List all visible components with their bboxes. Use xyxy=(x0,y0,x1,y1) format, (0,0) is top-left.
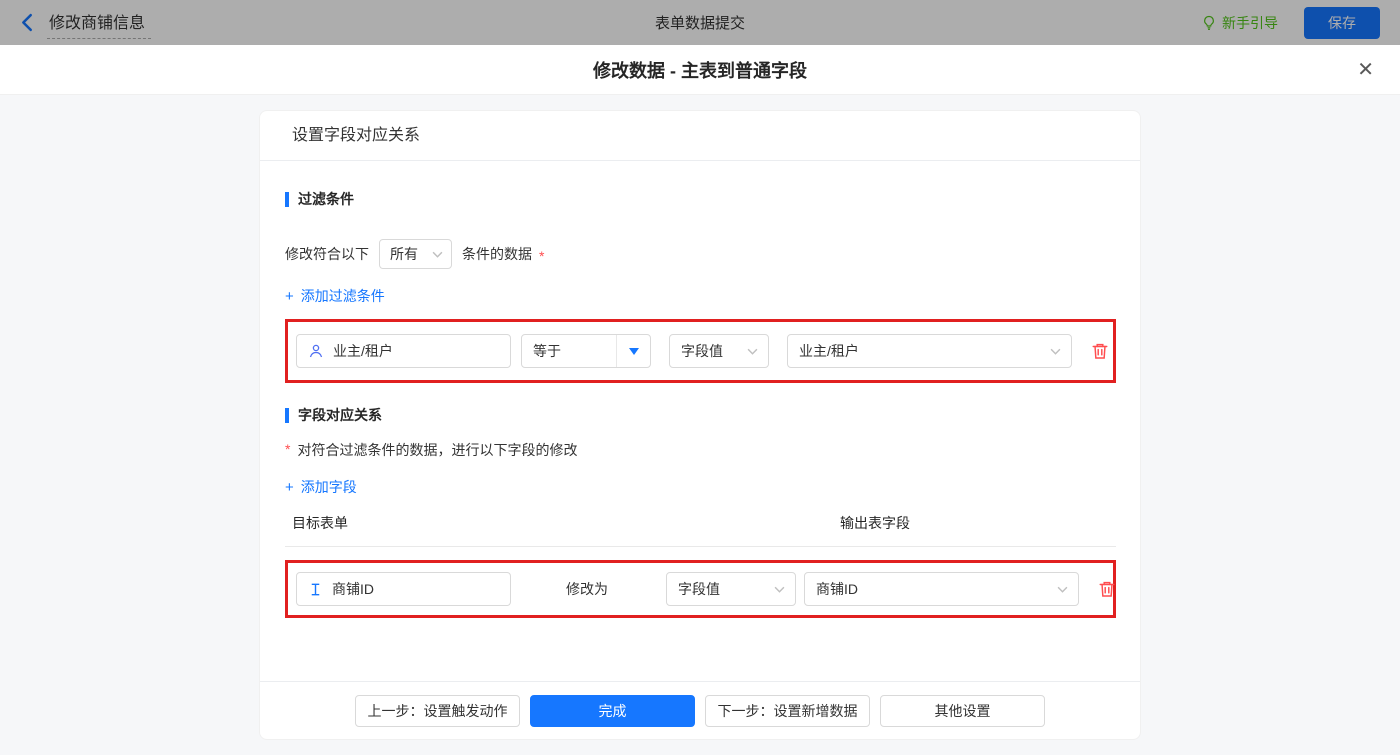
add-field-link[interactable]: + 添加字段 xyxy=(285,477,357,497)
delete-mapping-button[interactable] xyxy=(1098,580,1116,598)
condition-value: 业主/租户 xyxy=(799,343,859,359)
triangle-down-icon xyxy=(628,347,639,355)
chevron-down-icon xyxy=(432,251,443,258)
app-header: 修改商铺信息 表单数据提交 新手引导 保存 xyxy=(0,0,1400,45)
close-icon[interactable]: ✕ xyxy=(1357,60,1374,80)
section-marker xyxy=(285,191,289,207)
required-asterisk: * xyxy=(539,248,545,264)
other-settings-button[interactable]: 其他设置 xyxy=(880,694,1045,727)
match-mode-value: 所有 xyxy=(390,246,418,262)
mapping-value-type-select[interactable]: 字段值 xyxy=(666,572,796,606)
mapping-description: 对符合过滤条件的数据，进行以下字段的修改 xyxy=(297,442,578,458)
mapping-field-input[interactable]: 商铺ID xyxy=(296,572,511,606)
modify-to-label: 修改为 xyxy=(566,581,608,597)
next-step-button[interactable]: 下一步：设置新增数据 xyxy=(705,694,870,727)
required-asterisk: * xyxy=(285,441,291,457)
card-footer: 上一步：设置触发动作 完成 下一步：设置新增数据 其他设置 xyxy=(260,681,1140,739)
add-field-label: 添加字段 xyxy=(300,479,357,495)
flow-name-label[interactable]: 修改商铺信息 xyxy=(47,7,152,39)
done-button[interactable]: 完成 xyxy=(530,694,695,727)
settings-card: 设置字段对应关系 过滤条件 修改符合以下 所有 条件的数据 * + 添加过滤条件… xyxy=(259,110,1141,740)
target-form-column-header: 目标表单 xyxy=(292,515,348,531)
save-button[interactable]: 保存 xyxy=(1304,6,1380,39)
mapping-value-type: 字段值 xyxy=(678,581,720,597)
filter-condition-row: 业主/租户 等于 字段值 业主/租户 xyxy=(285,319,1116,383)
condition-field-value: 业主/租户 xyxy=(333,343,393,359)
condition-value-select[interactable]: 业主/租户 xyxy=(787,334,1072,368)
mapping-column-headers: 目标表单 输出表字段 xyxy=(285,513,1116,547)
condition-field-input[interactable]: 业主/租户 xyxy=(296,334,511,368)
trash-icon xyxy=(1092,343,1108,359)
beginner-guide-label: 新手引导 xyxy=(1222,14,1278,31)
modal-titlebar: 修改数据 - 主表到普通字段 ✕ xyxy=(0,45,1400,95)
output-field-column-header: 输出表字段 xyxy=(840,515,910,531)
filter-section-label: 过滤条件 xyxy=(298,191,354,207)
delete-condition-button[interactable] xyxy=(1091,342,1109,360)
condition-operator-value: 等于 xyxy=(533,343,561,359)
chevron-down-icon xyxy=(774,586,785,593)
condition-operator-select[interactable]: 等于 xyxy=(521,334,651,368)
condition-value-type-select[interactable]: 字段值 xyxy=(669,334,769,368)
condition-value-type: 字段值 xyxy=(681,343,723,359)
prev-step-button[interactable]: 上一步：设置触发动作 xyxy=(355,694,520,727)
text-field-icon xyxy=(308,582,323,597)
page-title: 表单数据提交 xyxy=(654,15,746,32)
chevron-down-icon xyxy=(747,348,758,355)
chevron-down-icon xyxy=(1050,348,1061,355)
plus-icon: + xyxy=(285,478,294,496)
person-icon xyxy=(308,343,324,359)
mapping-field-value: 商铺ID xyxy=(332,581,374,597)
modal-body: 设置字段对应关系 过滤条件 修改符合以下 所有 条件的数据 * + 添加过滤条件… xyxy=(0,95,1400,755)
match-mode-row: 修改符合以下 所有 条件的数据 * xyxy=(285,239,1116,269)
match-mode-select[interactable]: 所有 xyxy=(379,239,452,269)
match-prefix-label: 修改符合以下 xyxy=(285,246,369,262)
back-icon[interactable] xyxy=(20,13,33,32)
add-filter-condition-label: 添加过滤条件 xyxy=(300,288,385,304)
add-filter-condition-link[interactable]: + 添加过滤条件 xyxy=(285,286,385,306)
modal-title: 修改数据 - 主表到普通字段 xyxy=(593,60,807,81)
plus-icon: + xyxy=(285,287,294,305)
mapping-description-row: * 对符合过滤条件的数据，进行以下字段的修改 xyxy=(285,440,1116,460)
filter-section-title: 过滤条件 xyxy=(285,189,1116,209)
beginner-guide-link[interactable]: 新手引导 xyxy=(1201,13,1278,33)
operator-dropdown-button[interactable] xyxy=(616,335,650,367)
mapping-value: 商铺ID xyxy=(816,581,858,597)
mapping-section-title: 字段对应关系 xyxy=(285,405,1116,425)
card-body: 过滤条件 修改符合以下 所有 条件的数据 * + 添加过滤条件 业主/租户 等于… xyxy=(260,161,1140,681)
mapping-value-select[interactable]: 商铺ID xyxy=(804,572,1079,606)
card-title: 设置字段对应关系 xyxy=(260,111,1140,161)
section-marker xyxy=(285,407,289,423)
match-suffix-label: 条件的数据 xyxy=(462,246,532,262)
mapping-section-label: 字段对应关系 xyxy=(298,407,382,423)
lightbulb-icon xyxy=(1201,15,1217,31)
trash-icon xyxy=(1099,581,1115,597)
chevron-down-icon xyxy=(1057,586,1068,593)
field-mapping-row: 商铺ID 修改为 字段值 商铺ID xyxy=(285,560,1116,618)
